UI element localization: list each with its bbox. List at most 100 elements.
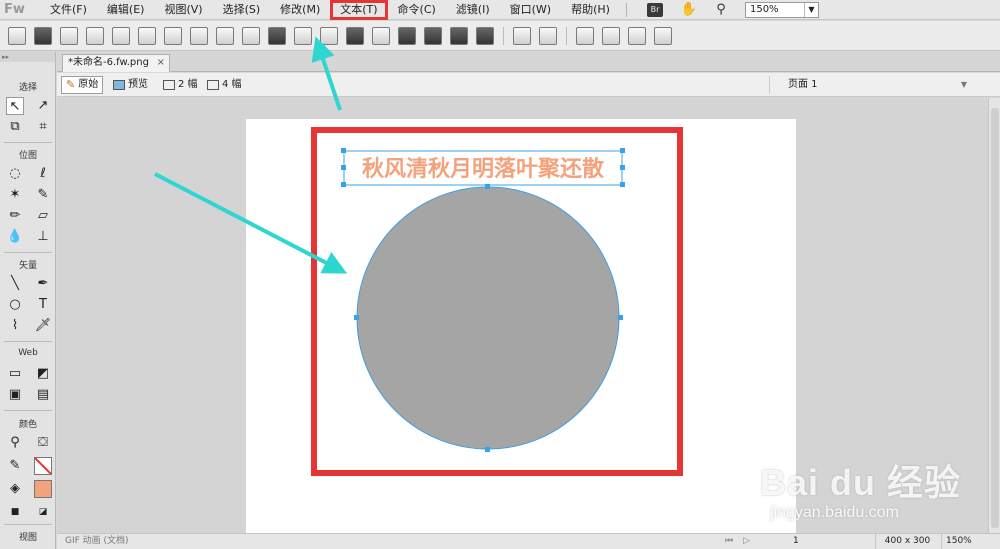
first-frame-icon[interactable]: ⏮ <box>725 534 733 549</box>
print-icon[interactable] <box>138 26 156 45</box>
stroke-none-swatch[interactable] <box>34 457 52 475</box>
chevron-down-icon: ▼ <box>960 80 967 89</box>
tools-section-web: Web <box>18 348 38 358</box>
send-back-icon[interactable] <box>476 26 494 45</box>
fireworks-logo: Fw <box>4 2 25 17</box>
view-bar: ✎ 原始 预览 2 幅 4 幅 页面 1 ▼ <box>57 73 1000 97</box>
paint-bucket-tool-icon[interactable]: ⛋ <box>34 434 52 452</box>
undo-icon[interactable] <box>164 26 182 45</box>
split-icon[interactable] <box>372 26 390 45</box>
export-icon[interactable] <box>112 26 130 45</box>
default-colors-icon[interactable]: ■ <box>6 503 24 521</box>
view-2up-label: 2 幅 <box>178 79 198 90</box>
cut-icon[interactable] <box>216 26 234 45</box>
menu-window[interactable]: 窗口(W) <box>500 0 561 20</box>
view-preview-label: 预览 <box>128 79 148 90</box>
pointer-tool-icon[interactable]: ↖ <box>6 97 24 115</box>
page-select[interactable]: 页面 1 ▼ <box>769 76 969 94</box>
flip-vertical-icon[interactable] <box>654 26 672 45</box>
menu-modify[interactable]: 修改(M) <box>270 0 330 20</box>
marquee-tool-icon[interactable]: ◌ <box>6 165 24 183</box>
send-backward-icon[interactable] <box>450 26 468 45</box>
line-tool-icon[interactable]: ╲ <box>6 275 24 293</box>
fill-color-icon[interactable]: ◈ <box>6 480 24 498</box>
rubber-stamp-tool-icon[interactable]: ⊥ <box>34 228 52 246</box>
bridge-icon[interactable]: Br <box>646 2 663 17</box>
zoom-level-value: 150% <box>749 3 779 15</box>
blur-tool-icon[interactable]: 💧 <box>6 228 24 246</box>
view-original-button[interactable]: ✎ 原始 <box>61 76 104 94</box>
show-slices-icon[interactable]: ▤ <box>34 386 52 404</box>
hide-slices-icon[interactable]: ▣ <box>6 386 24 404</box>
tools-section-vector: 矢量 <box>18 261 37 271</box>
group-icon[interactable] <box>294 26 312 45</box>
document-canvas[interactable] <box>246 119 796 533</box>
close-icon[interactable]: × <box>157 55 165 71</box>
view-2up-button[interactable]: 2 幅 <box>159 76 202 94</box>
play-icon[interactable]: ▷ <box>743 534 750 549</box>
eraser-tool-icon[interactable]: ▱ <box>34 207 52 225</box>
menu-commands[interactable]: 命令(C) <box>388 0 446 20</box>
bring-front-icon[interactable] <box>398 26 416 45</box>
status-zoom[interactable]: 150% <box>941 534 1000 549</box>
zoom-magnifier-icon[interactable]: ⚲ <box>711 2 731 17</box>
pen-tool-icon[interactable]: ✒ <box>34 275 52 293</box>
hand-tool-icon[interactable]: ✋ <box>679 2 699 17</box>
slice-tool-icon[interactable]: ◩ <box>34 365 52 383</box>
menu-select[interactable]: 选择(S) <box>213 0 271 20</box>
bring-forward-icon[interactable] <box>424 26 442 45</box>
lasso-tool-icon[interactable]: ℓ <box>34 165 52 183</box>
menu-edit[interactable]: 编辑(E) <box>97 0 155 20</box>
fill-color-swatch[interactable] <box>34 480 52 498</box>
menu-help[interactable]: 帮助(H) <box>561 0 620 20</box>
menubar: Fw 文件(F) 编辑(E) 视图(V) 选择(S) 修改(M) 文本(T) 命… <box>0 0 1000 20</box>
subselect-tool-icon[interactable]: ↗ <box>34 97 52 115</box>
view-4up-button[interactable]: 4 幅 <box>203 76 246 94</box>
pencil-tool-icon[interactable]: ✏ <box>6 207 24 225</box>
eyedropper-tool-icon[interactable]: ⚲ <box>6 434 24 452</box>
freeform-tool-icon[interactable]: ⌇ <box>6 317 24 335</box>
ungroup-icon[interactable] <box>320 26 338 45</box>
scale-tool-icon[interactable]: ⧉ <box>6 118 24 136</box>
flip-horizontal-icon[interactable] <box>628 26 646 45</box>
rotate-right-icon[interactable] <box>602 26 620 45</box>
magic-wand-tool-icon[interactable]: ✶ <box>6 186 24 204</box>
align-icon[interactable] <box>539 26 557 45</box>
hotspot-tool-icon[interactable]: ▭ <box>6 365 24 383</box>
scrollbar-thumb[interactable] <box>991 108 999 528</box>
rotate-icon[interactable] <box>513 26 531 45</box>
tools-divider <box>4 142 52 143</box>
toolbar-divider <box>503 26 504 45</box>
rotate-left-icon[interactable] <box>576 26 594 45</box>
tools-panel: ▸▸ 选择 ↖ ↗ ⧉ ⌗ 位图 ◌ ℓ ✶ ✎ ✏ ▱ 💧 ⊥ 矢量 ╲ ✒ … <box>0 52 56 549</box>
view-preview-button[interactable]: 预览 <box>109 76 152 94</box>
menu-file[interactable]: 文件(F) <box>40 0 97 20</box>
knife-tool-icon[interactable]: 🗡 <box>34 317 52 335</box>
panel-grip[interactable]: ▸▸ <box>0 52 55 62</box>
menu-filters[interactable]: 滤镜(I) <box>446 0 500 20</box>
crop-tool-icon[interactable]: ⌗ <box>34 118 52 136</box>
tools-section-view: 视图 <box>18 533 37 543</box>
redo-icon[interactable] <box>190 26 208 45</box>
brush-tool-icon[interactable]: ✎ <box>34 186 52 204</box>
status-doc-type: GIF 动画 (文档) <box>65 536 129 546</box>
document-tab[interactable]: *未命名-6.fw.png × <box>62 54 170 72</box>
menu-text[interactable]: 文本(T) <box>330 0 388 20</box>
join-icon[interactable] <box>346 26 364 45</box>
save-icon[interactable] <box>34 26 52 45</box>
vertical-scrollbar[interactable] <box>988 98 1000 533</box>
ellipse-tool-icon[interactable]: ○ <box>6 296 24 314</box>
canvas-size[interactable]: 400 x 300 <box>875 534 939 549</box>
no-color-icon[interactable]: ◪ <box>34 503 52 521</box>
new-file-icon[interactable] <box>8 26 26 45</box>
zoom-level-select[interactable]: 150% ▼ <box>744 1 819 18</box>
import-icon[interactable] <box>86 26 104 45</box>
text-tool-icon[interactable]: T <box>34 296 52 314</box>
view-4up-label: 4 幅 <box>222 79 242 90</box>
open-icon[interactable] <box>60 26 78 45</box>
page-select-value: 页面 1 <box>788 79 818 90</box>
stroke-color-icon[interactable]: ✎ <box>6 457 24 475</box>
paste-icon[interactable] <box>268 26 286 45</box>
menu-view[interactable]: 视图(V) <box>154 0 212 20</box>
copy-icon[interactable] <box>242 26 260 45</box>
